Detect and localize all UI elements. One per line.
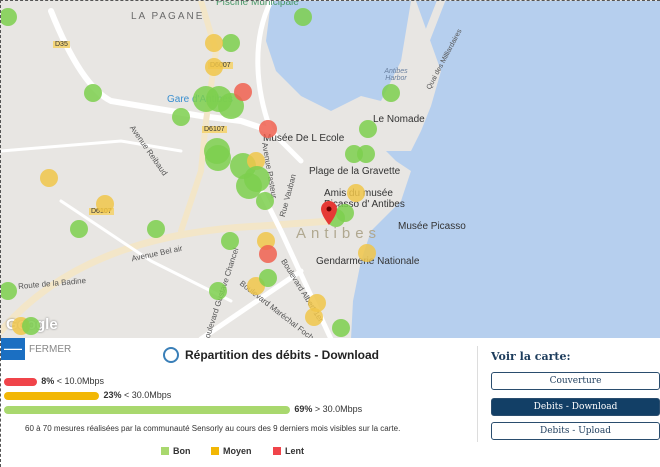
legend-lent: Lent (273, 446, 304, 456)
legend-label: Bon (173, 446, 191, 456)
measure-dot-moyen[interactable] (96, 195, 114, 213)
map-label-harbor: Antibes Harbor (384, 68, 408, 82)
measure-dot-bon[interactable] (209, 282, 227, 300)
map-label-d6107: D6107 (202, 126, 227, 133)
measure-dot-bon[interactable] (336, 204, 354, 222)
measure-dot-lent[interactable] (259, 120, 277, 138)
legend-label: Lent (285, 446, 304, 456)
legend-swatch (273, 447, 281, 455)
map-label-piscine: Piscine Municipale (216, 0, 299, 8)
legend-label: Moyen (223, 446, 252, 456)
measure-dot-bon[interactable] (70, 220, 88, 238)
speed-bar-label: 69% > 30.0Mbps (294, 404, 362, 414)
measure-dot-bon[interactable] (357, 145, 375, 163)
panel-title-text: Répartition des débits - Download (185, 348, 380, 362)
measure-dot-moyen[interactable] (305, 308, 323, 326)
measure-dot-lent[interactable] (234, 83, 252, 101)
measure-dot-bon[interactable] (221, 232, 239, 250)
close-button[interactable]: — (1, 338, 25, 360)
speed-bar-threshold: > 30.0Mbps (314, 404, 363, 414)
measure-dot-bon[interactable] (332, 319, 350, 337)
measure-dot-bon[interactable] (222, 34, 240, 52)
legend-moyen: Moyen (211, 446, 252, 456)
map-label-nomade: Le Nomade (373, 114, 425, 125)
measurement-note: 60 à 70 mesures réalisées par la communa… (25, 424, 401, 433)
debits-upload-button[interactable]: Debits - Upload (491, 422, 660, 440)
legend-swatch (211, 447, 219, 455)
measure-dot-moyen[interactable] (40, 169, 58, 187)
measure-dot-bon[interactable] (172, 108, 190, 126)
map-label-d35: D35 (53, 41, 70, 48)
map[interactable]: LA PAGANE Piscine Municipale D35 D6007 G… (0, 0, 660, 338)
panel-title: Répartition des débits - Download (163, 347, 379, 363)
measure-dot-moyen[interactable] (347, 184, 365, 202)
measure-dot-bon[interactable] (359, 120, 377, 138)
speed-bar-label: 8% < 10.0Mbps (41, 376, 104, 386)
stats-panel: — FERMER Répartition des débits - Downlo… (0, 338, 660, 467)
map-view-selector: Voir la carte: Couverture Debits - Downl… (477, 346, 660, 442)
speed-bar-pct: 8% (41, 376, 55, 386)
measure-dot-bon[interactable] (244, 166, 270, 192)
measure-dot-moyen[interactable] (205, 34, 223, 52)
map-pin-icon[interactable] (321, 201, 337, 225)
measure-dot-bon[interactable] (294, 8, 312, 26)
measure-dot-bon[interactable] (22, 317, 40, 335)
close-label[interactable]: FERMER (29, 344, 71, 355)
measure-dot-bon[interactable] (147, 220, 165, 238)
measure-dot-moyen[interactable] (205, 58, 223, 76)
measure-dot-moyen[interactable] (358, 244, 376, 262)
legend-swatch (161, 447, 169, 455)
speed-bar (4, 406, 291, 414)
map-label-plage: Plage de la Gravette (309, 166, 401, 177)
debits-download-button[interactable]: Debits - Download (491, 398, 660, 416)
measure-dot-lent[interactable] (259, 245, 277, 263)
map-label-musee-ecole: Musée De L Ecole (263, 133, 345, 144)
speed-bar-pct: 23% (103, 390, 122, 400)
minus-icon: — (4, 338, 22, 358)
measure-dot-bon[interactable] (382, 84, 400, 102)
speed-bar-threshold: < 30.0Mbps (123, 390, 172, 400)
measure-dot-bon[interactable] (205, 145, 231, 171)
speed-bar-label: 23% < 30.0Mbps (103, 390, 171, 400)
measure-dot-bon[interactable] (259, 269, 277, 287)
measure-dot-bon[interactable] (256, 192, 274, 210)
speed-bar-threshold: < 10.0Mbps (56, 376, 104, 386)
map-label-pagane: LA PAGANE (131, 11, 205, 22)
map-label-musee-picasso: Musée Picasso (398, 221, 466, 232)
speed-bar (4, 392, 100, 400)
map-view-heading: Voir la carte: (491, 350, 571, 363)
legend-bon: Bon (161, 446, 191, 456)
map-label-antibes: Antibes (296, 225, 382, 242)
speed-bar-pct: 69% (294, 404, 313, 414)
speedometer-icon (163, 347, 179, 363)
measure-dot-bon[interactable] (84, 84, 102, 102)
couverture-button[interactable]: Couverture (491, 372, 660, 390)
speed-bar (4, 378, 38, 386)
